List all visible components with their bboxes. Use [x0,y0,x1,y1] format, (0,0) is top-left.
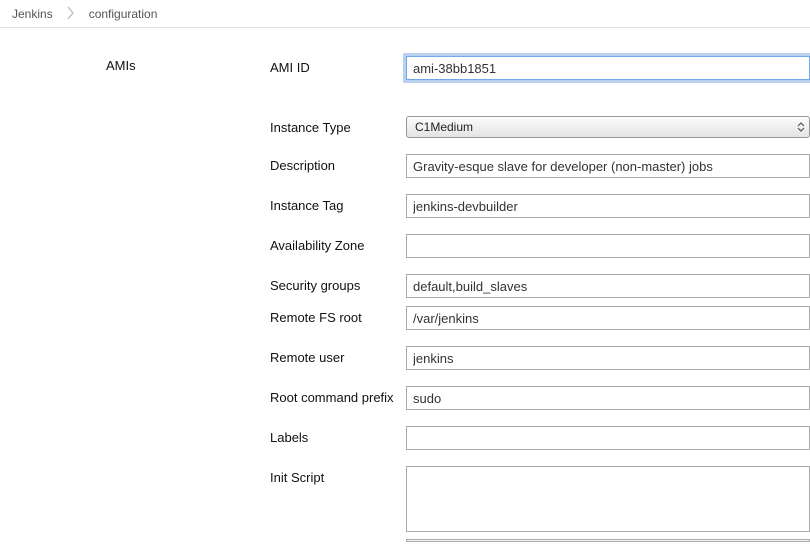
label-remote-fs-root: Remote FS root [270,306,406,325]
breadcrumb-page[interactable]: configuration [77,2,170,26]
label-instance-tag: Instance Tag [270,194,406,213]
label-remote-user: Remote user [270,346,406,365]
input-security-groups[interactable] [406,274,810,298]
row-init-script: Init Script [270,466,810,542]
breadcrumb: Jenkins configuration [0,0,810,28]
input-labels[interactable] [406,426,810,450]
row-remote-user: Remote user [270,346,810,370]
row-description: Description [270,154,810,178]
row-availability-zone: Availability Zone [270,234,810,258]
select-instance-type[interactable]: C1Medium [406,116,810,138]
updown-arrows-icon [797,122,805,132]
input-ami-id[interactable] [406,56,810,80]
textarea-init-script[interactable] [406,466,810,532]
chevron-right-icon [65,5,77,23]
label-labels: Labels [270,426,406,445]
section-label-amis: AMIs [0,56,270,558]
input-description[interactable] [406,154,810,178]
label-root-command-prefix: Root command prefix [270,386,406,405]
row-instance-tag: Instance Tag [270,194,810,218]
label-init-script: Init Script [270,466,406,485]
row-labels: Labels [270,426,810,450]
content-area: AMIs AMI ID Instance Type C1Medium [0,28,810,558]
label-ami-id: AMI ID [270,56,406,75]
input-instance-tag[interactable] [406,194,810,218]
row-security-groups: Security groups [270,274,810,298]
label-availability-zone: Availability Zone [270,234,406,253]
form-area: AMI ID Instance Type C1Medium [270,56,810,558]
row-ami-id: AMI ID [270,56,810,80]
breadcrumb-root[interactable]: Jenkins [0,2,65,26]
input-availability-zone[interactable] [406,234,810,258]
label-description: Description [270,154,406,173]
input-remote-fs-root[interactable] [406,306,810,330]
row-instance-type: Instance Type C1Medium [270,116,810,138]
input-root-command-prefix[interactable] [406,386,810,410]
input-remote-user[interactable] [406,346,810,370]
select-instance-type-value: C1Medium [415,120,473,134]
row-root-command-prefix: Root command prefix [270,386,810,410]
row-remote-fs-root: Remote FS root [270,306,810,330]
partial-row-below [406,539,810,542]
label-security-groups: Security groups [270,274,406,293]
label-instance-type: Instance Type [270,116,406,135]
